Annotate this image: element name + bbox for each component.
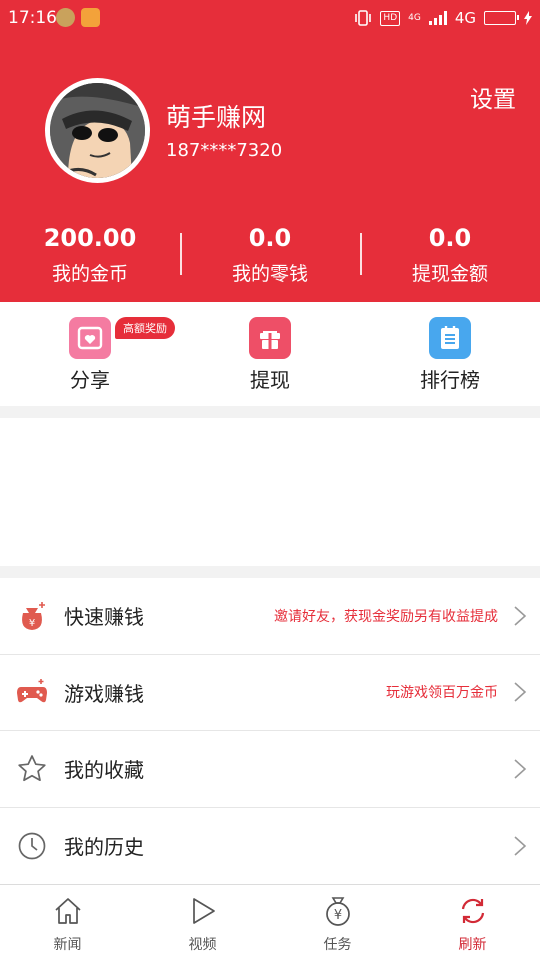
money-bag-icon: ¥ bbox=[15, 599, 49, 633]
stat-gold-coins[interactable]: 200.00 我的金币 bbox=[0, 221, 180, 293]
star-icon bbox=[15, 752, 49, 786]
play-icon bbox=[192, 898, 215, 924]
tab-label: 任务 bbox=[323, 937, 352, 953]
gamepad-icon bbox=[15, 675, 49, 709]
menu-item-favorites[interactable]: 我的收藏 bbox=[0, 731, 540, 808]
stat-value: 0.0 bbox=[428, 224, 472, 252]
tab-tasks[interactable]: ¥ 任务 bbox=[270, 885, 405, 960]
menu-item-label: 游戏赚钱 bbox=[64, 681, 144, 706]
content-placeholder bbox=[0, 418, 540, 566]
chevron-right-icon bbox=[514, 759, 527, 779]
stat-value: 200.00 bbox=[43, 224, 137, 252]
tab-label: 视频 bbox=[188, 937, 217, 953]
network-type: 4G bbox=[454, 9, 476, 27]
stat-value: 0.0 bbox=[248, 224, 292, 252]
menu-item-label: 快速赚钱 bbox=[64, 605, 144, 630]
tab-video[interactable]: 视频 bbox=[135, 885, 270, 960]
stat-label: 我的零钱 bbox=[231, 263, 308, 285]
menu-list: ¥ 快速赚钱 邀请好友，获现金奖励另有收益提成 游戏赚钱 玩游戏领百万金币 我的… bbox=[0, 578, 540, 884]
bottom-tab-bar: 新闻 视频 ¥ 任务 刷新 bbox=[0, 884, 540, 960]
notification-app-icon-2 bbox=[81, 8, 100, 27]
svg-text:¥: ¥ bbox=[333, 908, 341, 923]
quick-actions: 分享 高额奖励 提现 排行榜 bbox=[0, 302, 540, 406]
status-time: 17:16 bbox=[8, 8, 57, 28]
settings-button[interactable]: 设置 bbox=[470, 80, 516, 114]
menu-item-history[interactable]: 我的历史 bbox=[0, 808, 540, 885]
leaderboard-label: 排行榜 bbox=[420, 368, 480, 392]
share-heart-icon bbox=[69, 317, 111, 359]
share-button[interactable]: 分享 高额奖励 bbox=[0, 302, 180, 406]
phone-number: 187****7320 bbox=[166, 140, 283, 161]
clock-icon bbox=[15, 829, 49, 863]
stat-label: 我的金币 bbox=[51, 263, 128, 285]
menu-item-label: 我的历史 bbox=[64, 835, 144, 860]
chevron-right-icon bbox=[514, 682, 527, 702]
vibrate-icon bbox=[355, 10, 372, 26]
withdraw-button[interactable]: 提现 bbox=[180, 302, 360, 406]
tab-refresh[interactable]: 刷新 bbox=[405, 885, 540, 960]
leaderboard-button[interactable]: 排行榜 bbox=[360, 302, 540, 406]
withdraw-label: 提现 bbox=[250, 368, 290, 392]
tab-label: 刷新 bbox=[458, 937, 487, 953]
charging-icon bbox=[524, 11, 532, 25]
menu-item-game-earn[interactable]: 游戏赚钱 玩游戏领百万金币 bbox=[0, 655, 540, 731]
stat-change[interactable]: 0.0 我的零钱 bbox=[180, 221, 360, 293]
signal-icon bbox=[428, 11, 447, 25]
profile-header: 萌手赚网 187****7320 设置 200.00 我的金币 0.0 我的零钱… bbox=[0, 36, 540, 302]
refresh-icon bbox=[461, 898, 484, 924]
share-label: 分享 bbox=[70, 368, 110, 392]
battery-icon bbox=[484, 11, 519, 25]
menu-item-hint: 邀请好友，获现金奖励另有收益提成 bbox=[274, 608, 498, 625]
clipboard-list-icon bbox=[429, 317, 471, 359]
stats-row: 200.00 我的金币 0.0 我的零钱 0.0 提现金额 bbox=[0, 221, 540, 293]
stat-withdraw-amount[interactable]: 0.0 提现金额 bbox=[360, 221, 540, 293]
home-icon bbox=[54, 898, 81, 924]
chevron-right-icon bbox=[514, 836, 527, 856]
stat-label: 提现金额 bbox=[411, 263, 488, 285]
status-bar: 17:16 HD 4G 4G bbox=[0, 0, 540, 36]
tab-label: 新闻 bbox=[53, 937, 82, 953]
chevron-right-icon bbox=[514, 606, 527, 626]
small-network-indicator: 4G bbox=[408, 12, 421, 23]
gift-icon bbox=[249, 317, 291, 359]
reward-badge: 高额奖励 bbox=[115, 317, 175, 339]
yuan-bag-icon: ¥ bbox=[325, 897, 350, 926]
menu-item-label: 我的收藏 bbox=[64, 758, 144, 783]
avatar-image bbox=[50, 83, 145, 178]
notification-app-icon bbox=[56, 8, 75, 27]
menu-item-quick-earn[interactable]: ¥ 快速赚钱 邀请好友，获现金奖励另有收益提成 bbox=[0, 578, 540, 655]
svg-text:¥: ¥ bbox=[29, 618, 35, 629]
menu-item-hint: 玩游戏领百万金币 bbox=[386, 685, 498, 702]
tab-news[interactable]: 新闻 bbox=[0, 885, 135, 960]
username: 萌手赚网 bbox=[166, 103, 267, 132]
hd-indicator: HD bbox=[380, 10, 401, 26]
avatar[interactable] bbox=[45, 78, 150, 183]
